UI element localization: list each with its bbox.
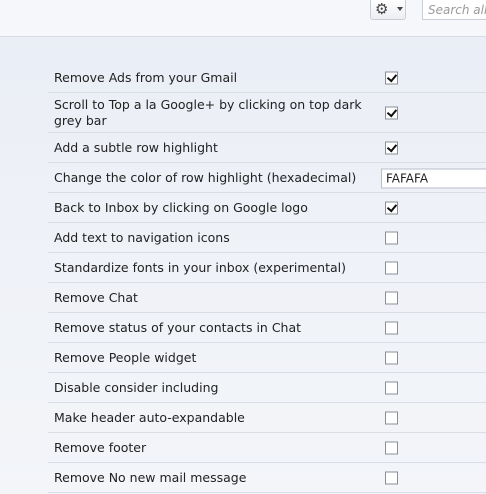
setting-checkbox[interactable] xyxy=(385,381,398,394)
setting-checkbox[interactable] xyxy=(385,351,398,364)
setting-row-row-highlight: Add a subtle row highlight xyxy=(48,133,486,163)
setting-label: Add a subtle row highlight xyxy=(54,139,218,155)
setting-label: Remove People widget xyxy=(54,349,197,365)
setting-label: Change the color of row highlight (hexad… xyxy=(54,169,357,185)
setting-checkbox[interactable] xyxy=(385,261,398,274)
setting-checkbox[interactable] xyxy=(385,321,398,334)
setting-row-standardize-fonts: Standardize fonts in your inbox (experim… xyxy=(48,253,486,283)
setting-label: Remove No new mail message xyxy=(54,469,247,485)
setting-checkbox[interactable] xyxy=(385,231,398,244)
setting-label: Remove Chat xyxy=(54,289,138,305)
setting-checkbox[interactable] xyxy=(385,471,398,484)
setting-label: Add text to navigation icons xyxy=(54,229,230,245)
highlight-color-input[interactable] xyxy=(381,168,486,188)
setting-row-remove-people-widget: Remove People widget xyxy=(48,343,486,373)
setting-row-highlight-color: Change the color of row highlight (hexad… xyxy=(48,163,486,193)
settings-list: Remove Ads from your Gmail Scroll to Top… xyxy=(48,63,486,493)
setting-label: Scroll to Top a la Google+ by clicking o… xyxy=(54,96,362,128)
setting-row-remove-footer: Remove footer xyxy=(48,433,486,463)
setting-row-back-to-inbox: Back to Inbox by clicking on Google logo xyxy=(48,193,486,223)
setting-row-remove-ads: Remove Ads from your Gmail xyxy=(48,63,486,93)
setting-checkbox[interactable] xyxy=(385,106,398,119)
setting-checkbox[interactable] xyxy=(385,141,398,154)
setting-checkbox[interactable] xyxy=(385,441,398,454)
setting-checkbox[interactable] xyxy=(385,201,398,214)
setting-row-remove-no-new-mail: Remove No new mail message xyxy=(48,463,486,493)
setting-checkbox[interactable] xyxy=(385,291,398,304)
setting-row-nav-icon-text: Add text to navigation icons xyxy=(48,223,486,253)
setting-label: Remove status of your contacts in Chat xyxy=(54,319,302,335)
setting-label: Remove Ads from your Gmail xyxy=(54,69,238,85)
gear-icon: ⚙ xyxy=(375,0,389,18)
setting-label: Make header auto-expandable xyxy=(54,409,245,425)
setting-label: Standardize fonts in your inbox (experim… xyxy=(54,259,347,275)
setting-row-remove-chat: Remove Chat xyxy=(48,283,486,313)
setting-row-scroll-to-top: Scroll to Top a la Google+ by clicking o… xyxy=(48,93,486,133)
setting-checkbox[interactable] xyxy=(385,71,398,84)
setting-row-remove-chat-status: Remove status of your contacts in Chat xyxy=(48,313,486,343)
search-box[interactable] xyxy=(422,0,486,20)
search-input[interactable] xyxy=(423,0,486,17)
setting-label: Back to Inbox by clicking on Google logo xyxy=(54,199,308,215)
setting-checkbox[interactable] xyxy=(385,411,398,424)
setting-row-header-auto-expand: Make header auto-expandable xyxy=(48,403,486,433)
settings-gear-button[interactable]: ⚙ xyxy=(370,0,406,20)
chevron-down-icon xyxy=(397,7,403,11)
setting-label: Remove footer xyxy=(54,439,147,455)
setting-row-disable-consider-including: Disable consider including xyxy=(48,373,486,403)
setting-label: Disable consider including xyxy=(54,379,219,395)
top-bar: ⚙ xyxy=(0,0,486,37)
